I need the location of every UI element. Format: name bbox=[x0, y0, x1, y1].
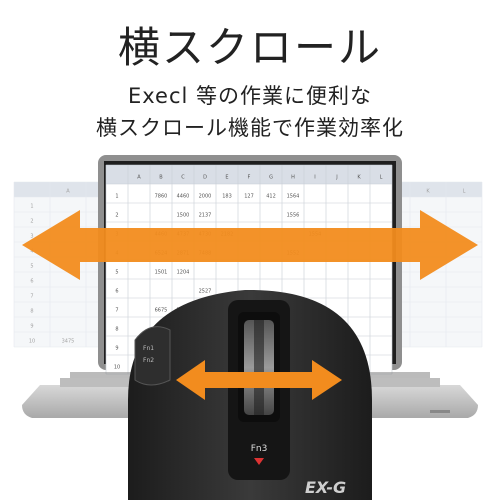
table-cell: 1204 bbox=[177, 269, 190, 275]
side-button-1-label: Fn1 bbox=[143, 345, 154, 352]
mouse: Fn1 Fn2 Fn3 EX-G bbox=[128, 289, 372, 500]
row-header: 6 bbox=[115, 288, 118, 294]
row-header: 9 bbox=[115, 345, 118, 351]
table-cell: 2527 bbox=[199, 288, 212, 294]
column-header: L bbox=[380, 174, 383, 180]
column-header: I bbox=[314, 174, 315, 180]
mouse-side-buttons[interactable] bbox=[134, 326, 171, 386]
row-header: 9 bbox=[30, 324, 33, 330]
row-header: 10 bbox=[29, 339, 35, 345]
column-header: C bbox=[181, 174, 185, 180]
column-header: F bbox=[248, 174, 251, 180]
row-header: 1 bbox=[30, 204, 33, 210]
table-cell: 2137 bbox=[199, 212, 212, 218]
column-header: D bbox=[203, 174, 207, 180]
column-header: B bbox=[159, 174, 163, 180]
column-header: E bbox=[225, 174, 228, 180]
row-header: 6 bbox=[30, 279, 33, 285]
row-header: 5 bbox=[115, 269, 118, 275]
side-button-2-label: Fn2 bbox=[143, 357, 154, 364]
mouse-brand-label: EX-G bbox=[305, 478, 346, 497]
row-header: 7 bbox=[30, 294, 33, 300]
table-cell: 3475 bbox=[62, 339, 75, 345]
column-header: A bbox=[66, 189, 70, 195]
column-header: L bbox=[463, 189, 466, 195]
row-header: 8 bbox=[115, 326, 118, 332]
table-cell: 183 bbox=[222, 193, 232, 199]
row-header: 8 bbox=[30, 309, 33, 315]
row-header: 7 bbox=[115, 307, 118, 313]
column-header: G bbox=[269, 174, 273, 180]
table-cell: 1500 bbox=[177, 212, 190, 218]
table-cell: 127 bbox=[244, 193, 254, 199]
table-cell: 412 bbox=[266, 193, 276, 199]
fn3-button-label: Fn3 bbox=[251, 444, 268, 454]
row-header: 2 bbox=[115, 212, 118, 218]
table-cell: 1501 bbox=[155, 269, 168, 275]
column-header: A bbox=[137, 174, 141, 180]
row-header: 5 bbox=[30, 264, 33, 270]
row-header: 2 bbox=[30, 219, 33, 225]
table-cell: 7860 bbox=[155, 193, 168, 199]
row-header: 1 bbox=[115, 193, 118, 199]
column-header: H bbox=[291, 174, 295, 180]
column-header: J bbox=[335, 174, 337, 180]
row-header: 10 bbox=[114, 364, 120, 370]
table-cell: 1564 bbox=[287, 193, 300, 199]
table-cell: 4460 bbox=[177, 193, 190, 199]
table-cell: 2000 bbox=[199, 193, 212, 199]
table-cell: 1556 bbox=[287, 212, 300, 218]
table-cell: 6675 bbox=[155, 307, 168, 313]
product-illustration: ABCDEFGHIJKL1786044602000183127412156421… bbox=[13, 155, 483, 500]
